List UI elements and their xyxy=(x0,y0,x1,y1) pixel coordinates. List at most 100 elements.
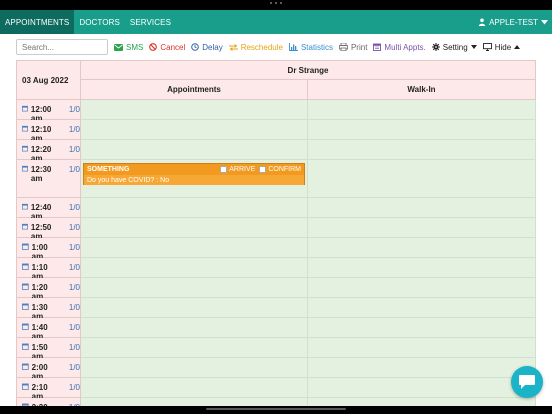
hide-dropdown[interactable]: Hide xyxy=(482,43,521,52)
walkin-slot[interactable] xyxy=(308,298,536,318)
walkin-slot[interactable] xyxy=(308,338,536,358)
slot-count[interactable]: 1/0 xyxy=(69,203,80,212)
appointment-card[interactable]: SOMETHING ARRIVE CONFIRM Do you have COVID?… xyxy=(83,163,305,185)
confirm-checkbox[interactable]: CONFIRM xyxy=(259,166,301,173)
time-cell[interactable]: 1:10 am 1/0 xyxy=(16,258,81,281)
user-menu[interactable]: APPLE-TEST xyxy=(478,10,552,34)
walkin-slot[interactable] xyxy=(308,100,536,120)
statistics-button[interactable]: Statistics xyxy=(289,43,333,52)
time-cell[interactable]: 12:20 am 1/0 xyxy=(16,140,81,163)
walkin-slot[interactable] xyxy=(308,238,536,258)
appointment-slot[interactable] xyxy=(81,358,308,378)
walkin-slot[interactable] xyxy=(308,318,536,338)
walkin-slot[interactable] xyxy=(308,398,536,406)
time-cell[interactable]: 1:30 am 1/0 xyxy=(16,298,81,321)
setting-dropdown[interactable]: Setting xyxy=(431,43,477,52)
slot-count[interactable]: 1/0 xyxy=(69,363,80,372)
time-slot-row: 12:00 am 1/0 xyxy=(16,100,536,123)
appointment-slot[interactable] xyxy=(81,198,308,218)
home-indicator xyxy=(0,406,552,414)
time-slot-row: 1:30 am 1/0 xyxy=(16,298,536,321)
printer-icon xyxy=(339,43,348,51)
slot-count[interactable]: 1/0 xyxy=(69,323,80,332)
time-cell[interactable]: 1:00 am 1/0 xyxy=(16,238,81,261)
slot-count[interactable]: 1/0 xyxy=(69,263,80,272)
slot-count[interactable]: 1/0 xyxy=(69,223,80,232)
appointment-slot[interactable] xyxy=(81,278,308,298)
arrive-checkbox[interactable]: ARRIVE xyxy=(220,166,255,173)
calendar-icon xyxy=(22,283,29,290)
chevron-down-icon xyxy=(541,19,548,24)
time-cell[interactable]: 1:40 am 1/0 xyxy=(16,318,81,341)
time-cell[interactable]: 1:50 am 1/0 xyxy=(16,338,81,361)
calendar-icon xyxy=(22,223,28,230)
slot-count[interactable]: 1/0 xyxy=(69,105,80,114)
appointment-slot[interactable] xyxy=(81,100,308,120)
slot-count[interactable]: 1/0 xyxy=(69,303,80,312)
time-cell[interactable]: 12:50 am 1/0 xyxy=(16,218,81,241)
walkin-slot[interactable] xyxy=(308,198,536,218)
calendar-icon xyxy=(22,383,29,390)
search-input[interactable] xyxy=(16,39,108,55)
appointment-slot[interactable] xyxy=(81,218,308,238)
chat-button[interactable] xyxy=(511,366,543,398)
walkin-slot[interactable] xyxy=(308,160,536,198)
slot-count[interactable]: 1/0 xyxy=(69,243,80,252)
checkbox-box[interactable] xyxy=(220,166,228,173)
tab-appointments[interactable]: APPOINTMENTS xyxy=(0,10,75,34)
checkbox-box[interactable] xyxy=(259,166,267,173)
calendar-icon xyxy=(22,263,29,270)
tab-doctors[interactable]: DOCTORS xyxy=(74,10,125,34)
delay-label: Delay xyxy=(202,42,223,52)
walkin-slot[interactable] xyxy=(308,120,536,140)
walkin-slot[interactable] xyxy=(308,218,536,238)
walkin-slot[interactable] xyxy=(308,358,536,378)
print-button[interactable]: Print xyxy=(339,43,367,52)
time-cell[interactable]: 1:20 am 1/0 xyxy=(16,278,81,301)
slot-count[interactable]: 1/0 xyxy=(69,343,80,352)
appointment-slot[interactable] xyxy=(81,398,308,406)
appointment-slot[interactable] xyxy=(81,238,308,258)
user-name: APPLE-TEST xyxy=(489,17,538,27)
walkin-slot[interactable] xyxy=(308,140,536,160)
delay-button[interactable]: Delay xyxy=(191,42,223,52)
cancel-button[interactable]: Cancel xyxy=(149,43,185,52)
sms-button[interactable]: SMS xyxy=(114,43,143,52)
slot-count[interactable]: 1/0 xyxy=(69,283,80,292)
time-cell[interactable]: 2:10 am 1/0 xyxy=(16,378,81,401)
time-cell[interactable]: 12:00 am 1/0 xyxy=(16,100,81,123)
calendar-icon xyxy=(373,43,382,51)
time-cell[interactable]: 12:40 am 1/0 xyxy=(16,198,81,221)
time-cell[interactable]: 2:00 am 1/0 xyxy=(16,358,81,381)
appointment-slot[interactable] xyxy=(81,120,308,140)
time-slot-row: 12:50 am 1/0 xyxy=(16,218,536,241)
time-cell[interactable]: 2:20 am1/0 xyxy=(16,398,81,406)
appointment-slot[interactable] xyxy=(81,258,308,278)
appointment-slot[interactable] xyxy=(81,338,308,358)
reschedule-button[interactable]: Reschedule xyxy=(228,42,283,52)
slot-count[interactable]: 1/0 xyxy=(69,165,80,174)
multi-appts-button[interactable]: Multi Appts. xyxy=(373,42,426,52)
tab-services[interactable]: SERVICES xyxy=(125,10,176,34)
slot-count[interactable]: 1/0 xyxy=(69,383,80,392)
slot-count[interactable]: 1/0 xyxy=(69,125,80,134)
cancel-label: Cancel xyxy=(160,42,186,52)
slot-count[interactable]: 1/0 xyxy=(69,145,80,154)
walkin-slot[interactable] xyxy=(308,378,536,398)
walkin-slot[interactable] xyxy=(308,278,536,298)
time-cell[interactable]: 12:30 am 1/0 xyxy=(16,160,81,198)
calendar-icon xyxy=(22,145,28,152)
appointment-slot[interactable] xyxy=(81,298,308,318)
multitask-dots-icon[interactable] xyxy=(270,2,282,5)
print-label: Print xyxy=(350,42,368,52)
appointment-slot[interactable] xyxy=(81,378,308,398)
appointment-slot[interactable]: SOMETHING ARRIVE CONFIRM Do you have COVID?… xyxy=(81,160,308,198)
multi-appts-label: Multi Appts. xyxy=(384,42,426,52)
reschedule-label: Reschedule xyxy=(240,42,283,52)
appointment-slot[interactable] xyxy=(81,318,308,338)
schedule-date[interactable]: 03 Aug 2022 xyxy=(16,60,81,100)
time-cell[interactable]: 12:10 am 1/0 xyxy=(16,120,81,143)
appointment-slot[interactable] xyxy=(81,140,308,160)
walkin-slot[interactable] xyxy=(308,258,536,278)
time-slot-row: 1:10 am 1/0 xyxy=(16,258,536,281)
